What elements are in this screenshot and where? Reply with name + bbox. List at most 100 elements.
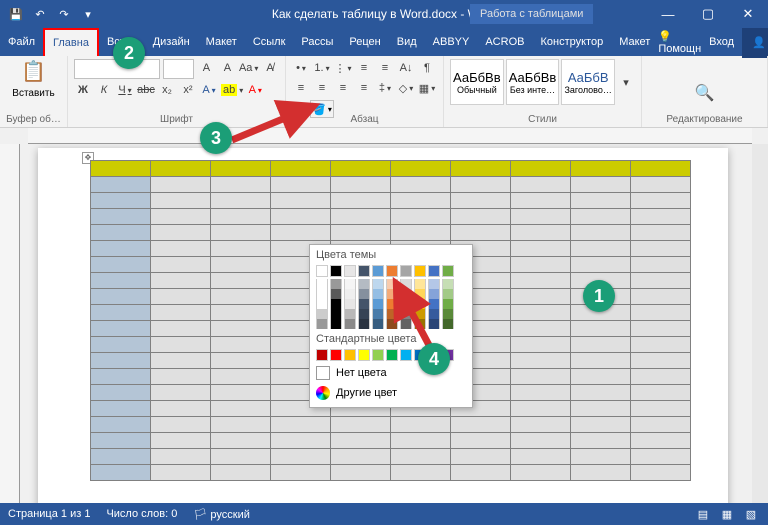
- shade-swatch[interactable]: [344, 289, 356, 299]
- table-cell[interactable]: [211, 241, 271, 257]
- shade-swatch[interactable]: [330, 309, 342, 319]
- table-cell[interactable]: [271, 209, 331, 225]
- table-cell[interactable]: [511, 225, 571, 241]
- table-cell[interactable]: [391, 177, 451, 193]
- table-cell[interactable]: [511, 417, 571, 433]
- table-cell[interactable]: [211, 289, 271, 305]
- tab-mailings[interactable]: Рассы: [293, 28, 341, 56]
- share-button[interactable]: 👤 Общий доступ: [742, 26, 768, 58]
- table-cell[interactable]: [271, 417, 331, 433]
- font-color-button[interactable]: A: [246, 81, 264, 99]
- table-cell[interactable]: [391, 161, 451, 177]
- theme-swatch[interactable]: [344, 265, 356, 277]
- sort-button[interactable]: A↓: [397, 59, 415, 77]
- table-cell[interactable]: [631, 257, 691, 273]
- table-cell[interactable]: [571, 433, 631, 449]
- table-cell[interactable]: [151, 161, 211, 177]
- shade-swatch[interactable]: [316, 319, 328, 329]
- table-cell[interactable]: [151, 321, 211, 337]
- table-cell[interactable]: [91, 369, 151, 385]
- table-cell[interactable]: [451, 465, 511, 481]
- table-cell[interactable]: [571, 177, 631, 193]
- table-cell[interactable]: [631, 241, 691, 257]
- bold-button[interactable]: Ж: [74, 81, 92, 99]
- table-cell[interactable]: [91, 225, 151, 241]
- shade-swatch[interactable]: [316, 309, 328, 319]
- increase-indent-button[interactable]: ≡: [376, 59, 394, 77]
- tab-file[interactable]: Файл: [0, 28, 43, 56]
- more-colors-item[interactable]: Другие цвет: [310, 383, 472, 403]
- style-nospacing[interactable]: АаБбВвБез инте…: [506, 59, 560, 105]
- table-cell[interactable]: [211, 465, 271, 481]
- table-cell[interactable]: [151, 273, 211, 289]
- table-cell[interactable]: [91, 417, 151, 433]
- paste-icon[interactable]: 📋: [21, 59, 46, 84]
- qat-more-icon[interactable]: ▾: [78, 4, 98, 24]
- status-page[interactable]: Страница 1 из 1: [8, 508, 90, 520]
- view-web-button[interactable]: ▧: [742, 506, 760, 522]
- table-cell[interactable]: [271, 161, 331, 177]
- superscript-button[interactable]: x²: [179, 81, 197, 99]
- table-cell[interactable]: [511, 273, 571, 289]
- shade-swatch[interactable]: [358, 319, 370, 329]
- table-cell[interactable]: [211, 369, 271, 385]
- table-cell[interactable]: [631, 369, 691, 385]
- table-cell[interactable]: [151, 385, 211, 401]
- shade-swatch[interactable]: [358, 289, 370, 299]
- table-cell[interactable]: [151, 465, 211, 481]
- table-cell[interactable]: [571, 401, 631, 417]
- table-cell[interactable]: [91, 385, 151, 401]
- table-cell[interactable]: [151, 401, 211, 417]
- line-spacing-button[interactable]: ‡: [376, 79, 394, 97]
- table-cell[interactable]: [451, 449, 511, 465]
- table-cell[interactable]: [631, 225, 691, 241]
- maximize-button[interactable]: ▢: [688, 0, 728, 28]
- table-cell[interactable]: [151, 369, 211, 385]
- table-cell[interactable]: [511, 209, 571, 225]
- table-cell[interactable]: [511, 193, 571, 209]
- tab-view[interactable]: Вид: [389, 28, 425, 56]
- table-cell[interactable]: [331, 193, 391, 209]
- theme-swatch[interactable]: [330, 265, 342, 277]
- table-cell[interactable]: [331, 161, 391, 177]
- table-cell[interactable]: [151, 337, 211, 353]
- table-cell[interactable]: [511, 321, 571, 337]
- shade-swatch[interactable]: [358, 299, 370, 309]
- table-cell[interactable]: [631, 385, 691, 401]
- table-cell[interactable]: [451, 177, 511, 193]
- table-cell[interactable]: [211, 273, 271, 289]
- table-cell[interactable]: [151, 417, 211, 433]
- table-cell[interactable]: [631, 209, 691, 225]
- shade-swatch[interactable]: [316, 279, 328, 289]
- tab-home[interactable]: Главна: [43, 28, 99, 56]
- table-cell[interactable]: [631, 417, 691, 433]
- table-cell[interactable]: [211, 225, 271, 241]
- table-cell[interactable]: [91, 353, 151, 369]
- close-button[interactable]: ✕: [728, 0, 768, 28]
- bullets-button[interactable]: •: [292, 59, 310, 77]
- table-cell[interactable]: [211, 161, 271, 177]
- table-cell[interactable]: [571, 321, 631, 337]
- table-cell[interactable]: [631, 177, 691, 193]
- table-cell[interactable]: [571, 161, 631, 177]
- tab-table-layout[interactable]: Макет: [611, 28, 658, 56]
- table-cell[interactable]: [511, 449, 571, 465]
- table-cell[interactable]: [151, 449, 211, 465]
- table-cell[interactable]: [451, 193, 511, 209]
- standard-swatch[interactable]: [330, 349, 342, 361]
- table-cell[interactable]: [511, 433, 571, 449]
- table-cell[interactable]: [391, 193, 451, 209]
- shading-button[interactable]: ◇: [397, 79, 415, 97]
- table-cell[interactable]: [271, 225, 331, 241]
- undo-icon[interactable]: ↶: [30, 4, 50, 24]
- font-size-box[interactable]: [163, 59, 194, 79]
- clear-format-button[interactable]: A̸: [261, 59, 279, 77]
- tab-abbyy[interactable]: ABBYY: [425, 28, 478, 56]
- shade-swatch[interactable]: [344, 319, 356, 329]
- save-icon[interactable]: 💾: [6, 4, 26, 24]
- tab-review[interactable]: Рецен: [341, 28, 388, 56]
- text-effects-button[interactable]: A: [200, 81, 218, 99]
- tab-table-design[interactable]: Конструктор: [532, 28, 611, 56]
- table-cell[interactable]: [511, 177, 571, 193]
- shade-swatch[interactable]: [330, 279, 342, 289]
